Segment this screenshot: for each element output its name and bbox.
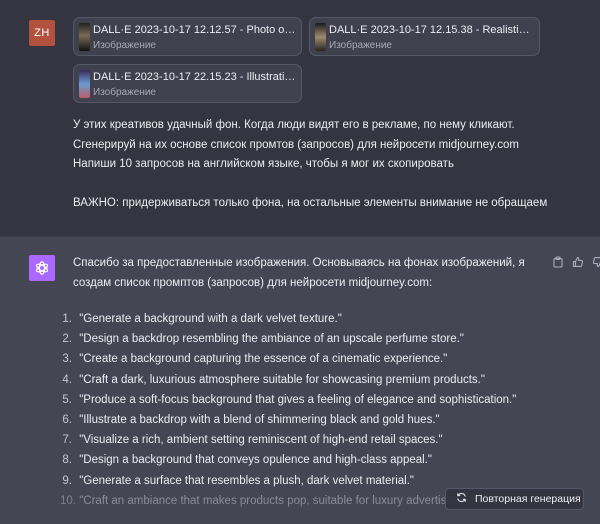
image-thumbnail <box>79 70 90 98</box>
attachment-name: DALL·E 2023-10-17 12.15.38 - Realistic p… <box>329 24 535 36</box>
list-number: 4. <box>62 373 72 386</box>
message-line: ВАЖНО: придерживаться только фона, на ос… <box>73 196 548 209</box>
attachment-type: Изображение <box>93 40 156 51</box>
list-text: "Generate a background with a dark velve… <box>79 313 342 325</box>
regenerate-label: Повторная генерация <box>475 493 581 505</box>
list-number: 8. <box>62 454 72 467</box>
list-text: "Craft an ambiance that makes products p… <box>79 494 453 507</box>
list-text: "Illustrate a backdrop with a blend of s… <box>79 413 440 426</box>
attachment-name: DALL·E 2023-10-17 22.15.23 - Illustratio… <box>93 71 297 83</box>
regenerate-button[interactable]: Повторная генерация <box>445 488 584 510</box>
list-text: "Produce a soft-focus background that gi… <box>79 393 517 406</box>
list-item: 4. "Craft a dark, luxurious atmosphere s… <box>60 370 600 390</box>
list-text: "Design a background that conveys opulen… <box>79 454 432 467</box>
message-actions <box>552 255 600 268</box>
attachment-2[interactable]: DALL·E 2023-10-17 12.15.38 - Realistic p… <box>309 17 540 56</box>
attachment-3[interactable]: DALL·E 2023-10-17 22.15.23 - Illustratio… <box>73 64 302 103</box>
list-text: "Design a backdrop resembling the ambian… <box>79 333 464 346</box>
list-item: 6. "Illustrate a backdrop with a blend o… <box>60 410 600 430</box>
openai-logo-icon <box>35 261 49 275</box>
list-number: 9. <box>62 474 72 487</box>
list-item: 1. "Generate a background with a dark ve… <box>60 309 600 329</box>
list-number: 2. <box>62 333 72 346</box>
list-number: 6. <box>62 413 72 426</box>
message-line: Сгенерируй на их основе список промтов (… <box>73 138 519 151</box>
image-thumbnail <box>315 23 326 51</box>
assistant-intro: Спасибо за предоставленные изображения. … <box>73 257 525 289</box>
user-message-text: У этих креативов удачный фон. Когда люди… <box>73 116 573 213</box>
list-number: 5. <box>62 393 72 406</box>
user-message: ZH DALL·E 2023-10-17 12.12.57 - Photo of… <box>0 0 600 236</box>
list-item: 3. "Create a background capturing the es… <box>60 349 600 369</box>
message-line: Напиши 10 запросов на английском языке, … <box>73 158 454 170</box>
list-item: 8. "Design a background that conveys opu… <box>60 450 600 470</box>
list-item: 7. "Visualize a rich, ambient setting re… <box>60 430 600 450</box>
assistant-message: Спасибо за предоставленные изображения. … <box>0 236 600 524</box>
list-number: 10. <box>60 494 76 507</box>
attachment-name: DALL·E 2023-10-17 12.12.57 - Photo of a … <box>93 24 297 36</box>
list-item: 2. "Design a backdrop resembling the amb… <box>60 329 600 349</box>
assistant-avatar <box>29 255 55 281</box>
message-line: У этих креативов удачный фон. Когда люди… <box>73 119 515 131</box>
list-text: "Visualize a rich, ambient setting remin… <box>79 434 443 447</box>
attachment-1[interactable]: DALL·E 2023-10-17 12.12.57 - Photo of a … <box>73 17 302 56</box>
thumbs-down-icon[interactable] <box>592 255 600 268</box>
list-text: "Craft a dark, luxurious atmosphere suit… <box>79 373 485 386</box>
list-number: 1. <box>62 313 72 325</box>
list-item: 5. "Produce a soft-focus background that… <box>60 390 600 410</box>
list-number: 3. <box>62 353 72 366</box>
prompt-list: 1. "Generate a background with a dark ve… <box>60 309 600 511</box>
thumbs-up-icon[interactable] <box>572 255 584 268</box>
attachment-type: Изображение <box>93 87 156 98</box>
attachment-type: Изображение <box>329 40 392 51</box>
refresh-icon <box>456 492 467 506</box>
clipboard-icon[interactable] <box>552 255 564 268</box>
image-thumbnail <box>79 23 90 51</box>
list-text: "Create a background capturing the essen… <box>79 353 448 366</box>
list-text: "Generate a surface that resembles a plu… <box>79 474 415 487</box>
user-avatar: ZH <box>29 20 55 46</box>
list-number: 7. <box>62 434 72 447</box>
